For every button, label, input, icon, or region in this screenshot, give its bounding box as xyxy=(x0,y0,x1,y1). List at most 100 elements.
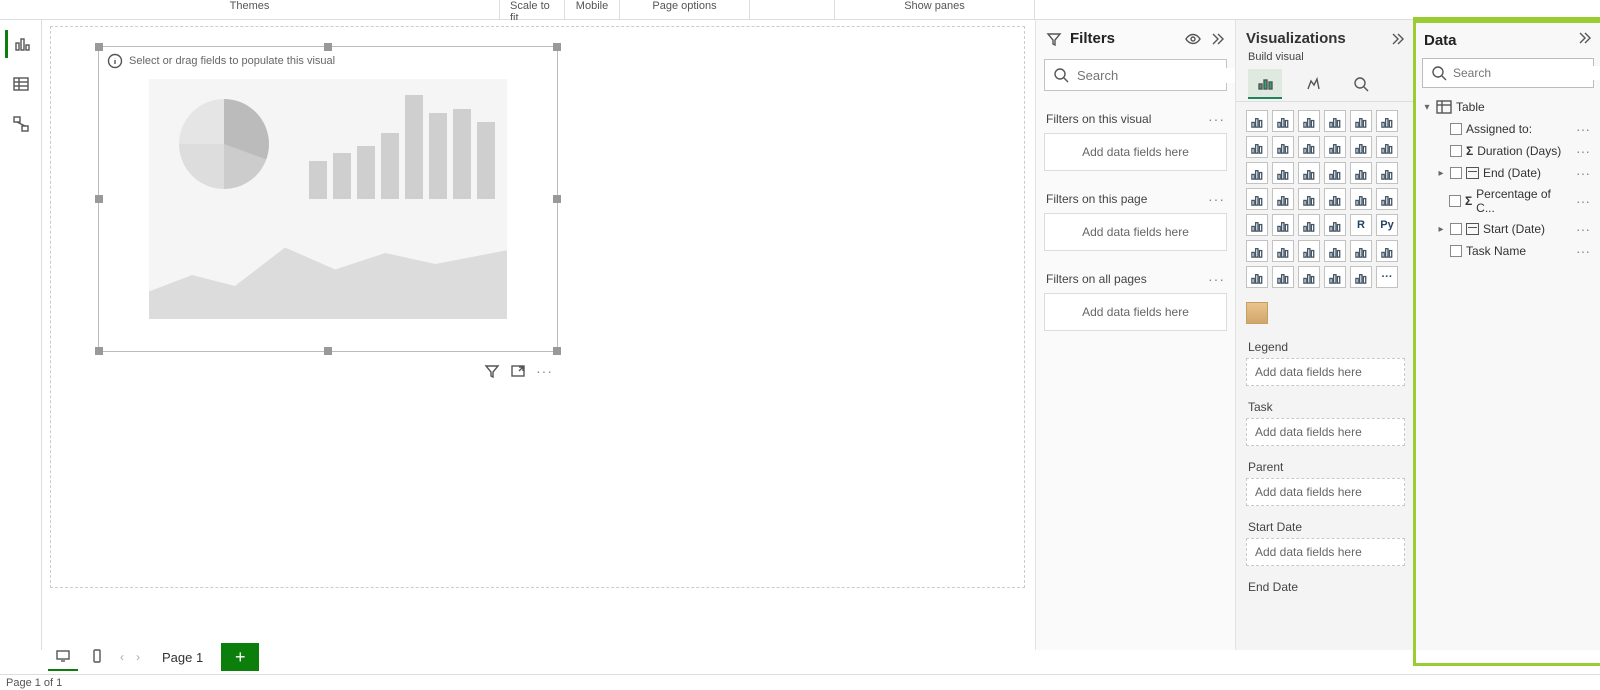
format-visual-tab[interactable] xyxy=(1296,69,1330,99)
viz-type-clustered-bar[interactable] xyxy=(1272,110,1294,132)
filters-search-input[interactable] xyxy=(1077,68,1253,83)
resize-handle[interactable] xyxy=(324,347,332,355)
viz-type-clustered-column[interactable] xyxy=(1324,110,1346,132)
focus-mode-icon[interactable] xyxy=(510,363,526,379)
data-search[interactable] xyxy=(1422,58,1594,88)
field-row[interactable]: ▸End (Date)··· xyxy=(1420,162,1596,184)
field-more-icon[interactable]: ··· xyxy=(1572,121,1594,137)
field-row[interactable]: ▸Assigned to:··· xyxy=(1420,118,1596,140)
viz-type-line[interactable] xyxy=(1246,136,1268,158)
table-node[interactable]: ▾ Table xyxy=(1420,96,1596,118)
collapse-icon[interactable] xyxy=(1209,31,1225,47)
ribbon-group-themes[interactable]: Themes xyxy=(0,0,500,19)
viz-type-more[interactable]: ··· xyxy=(1376,266,1398,288)
field-checkbox[interactable] xyxy=(1450,167,1462,179)
viz-type-matrix[interactable] xyxy=(1324,214,1346,236)
viz-type-map[interactable] xyxy=(1246,188,1268,210)
viz-type-funnel[interactable] xyxy=(1272,162,1294,184)
viz-type-qna[interactable] xyxy=(1298,240,1320,262)
prev-page-button[interactable]: ‹ xyxy=(116,650,128,664)
viz-type-paginated[interactable] xyxy=(1376,240,1398,262)
viz-type-decomposition[interactable] xyxy=(1272,240,1294,262)
field-more-icon[interactable]: ··· xyxy=(1572,243,1594,259)
field-well-drop[interactable]: Add data fields here xyxy=(1246,538,1405,566)
viz-type-waterfall[interactable] xyxy=(1246,162,1268,184)
field-more-icon[interactable]: ··· xyxy=(1572,193,1594,209)
filters-visual-dropwell[interactable]: Add data fields here xyxy=(1044,133,1227,171)
filters-search[interactable] xyxy=(1044,59,1227,91)
field-checkbox[interactable] xyxy=(1450,223,1462,235)
ribbon-group-page-options[interactable]: Page options xyxy=(620,0,750,19)
resize-handle[interactable] xyxy=(553,43,561,51)
empty-visual-placeholder[interactable]: Select or drag fields to populate this v… xyxy=(98,46,558,352)
field-more-icon[interactable]: ··· xyxy=(1572,165,1594,181)
viz-type-powerautomate[interactable] xyxy=(1298,266,1320,288)
resize-handle[interactable] xyxy=(324,43,332,51)
viz-type-card[interactable] xyxy=(1350,188,1372,210)
viz-type-filled-map[interactable] xyxy=(1272,188,1294,210)
field-row[interactable]: ▸ΣDuration (Days)··· xyxy=(1420,140,1596,162)
eye-icon[interactable] xyxy=(1185,31,1201,47)
field-checkbox[interactable] xyxy=(1450,145,1462,157)
collapse-icon[interactable] xyxy=(1576,30,1592,50)
filters-all-dropwell[interactable]: Add data fields here xyxy=(1044,293,1227,331)
viz-type-table[interactable] xyxy=(1298,214,1320,236)
custom-visual-button[interactable] xyxy=(1246,302,1268,324)
viz-type-stacked-bar-100[interactable] xyxy=(1350,110,1372,132)
chevron-right-icon[interactable]: ▸ xyxy=(1436,224,1446,235)
field-checkbox[interactable] xyxy=(1449,195,1460,207)
ribbon-group-scale[interactable]: Scale to fit xyxy=(500,0,565,19)
report-canvas[interactable]: Select or drag fields to populate this v… xyxy=(42,20,1035,650)
resize-handle[interactable] xyxy=(553,347,561,355)
filters-page-dropwell[interactable]: Add data fields here xyxy=(1044,213,1227,251)
more-icon[interactable]: ··· xyxy=(1208,111,1225,127)
analytics-tab[interactable] xyxy=(1344,69,1378,99)
add-page-button[interactable]: + xyxy=(221,643,259,671)
resize-handle[interactable] xyxy=(95,43,103,51)
viz-type-area[interactable] xyxy=(1272,136,1294,158)
build-visual-tab[interactable] xyxy=(1248,69,1282,99)
field-row[interactable]: ▸Start (Date)··· xyxy=(1420,218,1596,240)
field-more-icon[interactable]: ··· xyxy=(1572,221,1594,237)
model-view-button[interactable] xyxy=(7,110,35,138)
resize-handle[interactable] xyxy=(95,195,103,203)
desktop-view-button[interactable] xyxy=(48,643,78,671)
field-checkbox[interactable] xyxy=(1450,123,1462,135)
page-tab-1[interactable]: Page 1 xyxy=(148,643,217,671)
viz-type-treemap[interactable] xyxy=(1376,162,1398,184)
viz-type-slicer[interactable] xyxy=(1272,214,1294,236)
viz-type-custom-1[interactable] xyxy=(1324,266,1346,288)
chevron-down-icon[interactable]: ▾ xyxy=(1422,102,1432,113)
field-more-icon[interactable]: ··· xyxy=(1572,143,1594,159)
field-well-drop[interactable]: Add data fields here xyxy=(1246,418,1405,446)
viz-type-ribbon[interactable] xyxy=(1376,136,1398,158)
viz-type-stacked-column-100[interactable] xyxy=(1376,110,1398,132)
collapse-icon[interactable] xyxy=(1389,31,1405,47)
viz-type-gauge[interactable] xyxy=(1324,188,1346,210)
viz-type-line-clustered[interactable] xyxy=(1324,136,1346,158)
viz-type-pie[interactable] xyxy=(1324,162,1346,184)
viz-type-goals[interactable] xyxy=(1350,240,1372,262)
viz-type-custom-2[interactable] xyxy=(1350,266,1372,288)
field-row[interactable]: ▸Task Name··· xyxy=(1420,240,1596,262)
field-well-drop[interactable]: Add data fields here xyxy=(1246,358,1405,386)
data-view-button[interactable] xyxy=(7,70,35,98)
chevron-right-icon[interactable]: ▸ xyxy=(1436,168,1446,179)
ribbon-group-show-panes[interactable]: Show panes xyxy=(835,0,1035,19)
field-well-drop[interactable]: Add data fields here xyxy=(1246,478,1405,506)
more-options-icon[interactable]: ··· xyxy=(536,363,553,379)
viz-type-donut[interactable] xyxy=(1350,162,1372,184)
field-checkbox[interactable] xyxy=(1450,245,1462,257)
viz-type-narrative[interactable] xyxy=(1324,240,1346,262)
viz-type-stacked-column[interactable] xyxy=(1298,110,1320,132)
data-search-input[interactable] xyxy=(1453,66,1600,80)
more-icon[interactable]: ··· xyxy=(1208,271,1225,287)
viz-type-scatter[interactable] xyxy=(1298,162,1320,184)
viz-type-azure-map[interactable] xyxy=(1298,188,1320,210)
viz-type-multi-row[interactable] xyxy=(1376,188,1398,210)
viz-type-stacked-area[interactable] xyxy=(1298,136,1320,158)
more-icon[interactable]: ··· xyxy=(1208,191,1225,207)
viz-type-kpi[interactable] xyxy=(1246,214,1268,236)
ribbon-group-mobile[interactable]: Mobile xyxy=(565,0,620,19)
viz-type-py-visual[interactable]: Py xyxy=(1376,214,1398,236)
